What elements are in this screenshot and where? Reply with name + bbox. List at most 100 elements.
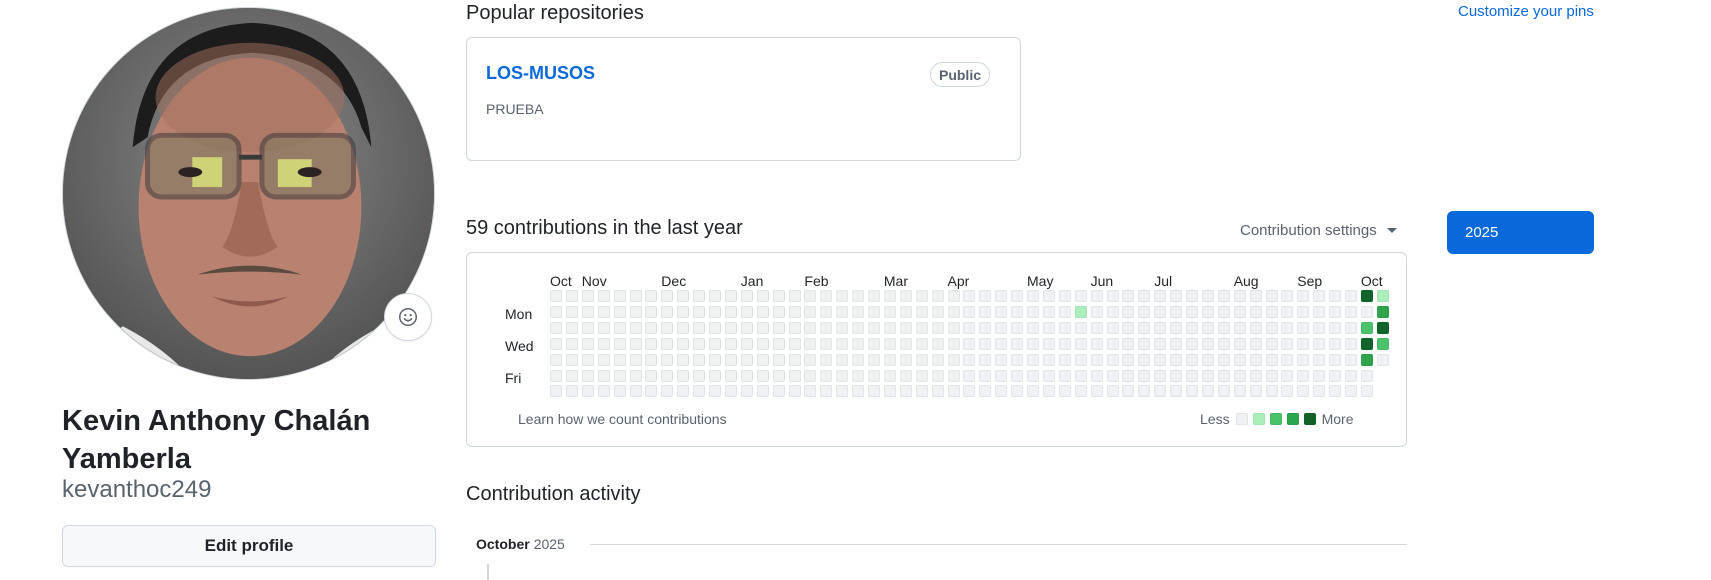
contribution-day-cell[interactable] bbox=[1106, 290, 1119, 302]
contribution-day-cell[interactable] bbox=[1027, 321, 1039, 334]
contribution-day-cell[interactable] bbox=[1297, 321, 1310, 334]
contribution-day-cell[interactable] bbox=[1027, 305, 1039, 318]
contribution-day-cell[interactable] bbox=[1329, 353, 1342, 366]
contribution-day-cell[interactable] bbox=[899, 353, 912, 366]
contribution-day-cell[interactable] bbox=[565, 305, 578, 318]
contribution-day-cell[interactable] bbox=[1154, 353, 1167, 366]
contribution-day-cell[interactable] bbox=[1154, 290, 1167, 302]
contribution-day-cell[interactable] bbox=[1074, 321, 1087, 334]
contribution-day-cell[interactable] bbox=[1265, 337, 1278, 350]
contribution-day-cell[interactable] bbox=[868, 369, 880, 382]
contribution-day-cell[interactable] bbox=[1376, 321, 1389, 334]
contribution-day-cell[interactable] bbox=[788, 321, 801, 334]
contribution-day-cell[interactable] bbox=[1360, 337, 1373, 350]
contribution-day-cell[interactable] bbox=[788, 337, 801, 350]
contribution-day-cell[interactable] bbox=[1297, 290, 1310, 302]
contribution-day-cell[interactable] bbox=[1090, 321, 1103, 334]
contribution-day-cell[interactable] bbox=[1042, 337, 1055, 350]
contribution-day-cell[interactable] bbox=[1313, 305, 1326, 318]
contribution-day-cell[interactable] bbox=[883, 337, 896, 350]
contribution-day-cell[interactable] bbox=[693, 305, 706, 318]
contribution-day-cell[interactable] bbox=[1313, 290, 1326, 302]
contribution-day-cell[interactable] bbox=[1042, 385, 1055, 398]
contribution-day-cell[interactable] bbox=[1106, 385, 1119, 398]
contribution-day-cell[interactable] bbox=[852, 353, 865, 366]
contribution-day-cell[interactable] bbox=[899, 305, 912, 318]
contribution-day-cell[interactable] bbox=[1281, 305, 1294, 318]
contribution-day-cell[interactable] bbox=[1058, 369, 1071, 382]
contribution-day-cell[interactable] bbox=[1058, 353, 1071, 366]
contribution-day-cell[interactable] bbox=[1106, 369, 1119, 382]
contribution-day-cell[interactable] bbox=[1186, 305, 1198, 318]
contribution-day-cell[interactable] bbox=[677, 337, 690, 350]
contribution-day-cell[interactable] bbox=[581, 305, 594, 318]
contribution-day-cell[interactable] bbox=[979, 385, 992, 398]
contribution-day-cell[interactable] bbox=[1154, 337, 1167, 350]
contribution-day-cell[interactable] bbox=[565, 337, 578, 350]
contribution-day-cell[interactable] bbox=[852, 321, 865, 334]
contribution-day-cell[interactable] bbox=[756, 385, 769, 398]
contribution-day-cell[interactable] bbox=[995, 290, 1008, 302]
contribution-day-cell[interactable] bbox=[772, 321, 785, 334]
contribution-day-cell[interactable] bbox=[693, 337, 706, 350]
contribution-day-cell[interactable] bbox=[1106, 305, 1119, 318]
edit-profile-button[interactable]: Edit profile bbox=[62, 525, 436, 567]
contribution-day-cell[interactable] bbox=[1249, 369, 1262, 382]
contribution-day-cell[interactable] bbox=[852, 385, 865, 398]
contribution-day-cell[interactable] bbox=[740, 353, 753, 366]
contribution-day-cell[interactable] bbox=[1329, 385, 1342, 398]
contribution-day-cell[interactable] bbox=[677, 305, 690, 318]
contribution-day-cell[interactable] bbox=[1170, 337, 1183, 350]
contribution-day-cell[interactable] bbox=[756, 305, 769, 318]
contribution-day-cell[interactable] bbox=[931, 337, 944, 350]
contribution-day-cell[interactable] bbox=[1090, 290, 1103, 302]
contribution-day-cell[interactable] bbox=[1281, 321, 1294, 334]
contribution-day-cell[interactable] bbox=[597, 305, 610, 318]
contribution-day-cell[interactable] bbox=[1313, 337, 1326, 350]
contribution-day-cell[interactable] bbox=[788, 385, 801, 398]
contribution-day-cell[interactable] bbox=[1138, 290, 1151, 302]
contribution-day-cell[interactable] bbox=[740, 321, 753, 334]
contribution-day-cell[interactable] bbox=[931, 290, 944, 302]
contribution-day-cell[interactable] bbox=[788, 369, 801, 382]
contribution-day-cell[interactable] bbox=[724, 305, 737, 318]
contribution-day-cell[interactable] bbox=[597, 369, 610, 382]
contribution-day-cell[interactable] bbox=[979, 353, 992, 366]
contribution-day-cell[interactable] bbox=[1090, 305, 1103, 318]
contribution-day-cell[interactable] bbox=[709, 369, 721, 382]
contribution-day-cell[interactable] bbox=[661, 353, 674, 366]
contribution-day-cell[interactable] bbox=[565, 290, 578, 302]
contribution-day-cell[interactable] bbox=[788, 305, 801, 318]
contribution-day-cell[interactable] bbox=[1106, 353, 1119, 366]
contribution-day-cell[interactable] bbox=[1313, 369, 1326, 382]
contribution-day-cell[interactable] bbox=[1376, 290, 1389, 302]
contribution-day-cell[interactable] bbox=[1313, 385, 1326, 398]
contribution-day-cell[interactable] bbox=[915, 337, 928, 350]
contribution-day-cell[interactable] bbox=[565, 385, 578, 398]
contribution-day-cell[interactable] bbox=[724, 290, 737, 302]
contribution-day-cell[interactable] bbox=[1249, 337, 1262, 350]
contribution-day-cell[interactable] bbox=[1329, 305, 1342, 318]
contribution-day-cell[interactable] bbox=[550, 337, 562, 350]
contribution-day-cell[interactable] bbox=[613, 369, 626, 382]
contribution-day-cell[interactable] bbox=[1106, 321, 1119, 334]
contribution-day-cell[interactable] bbox=[1233, 321, 1246, 334]
contribution-day-cell[interactable] bbox=[550, 290, 562, 302]
contribution-day-cell[interactable] bbox=[868, 337, 880, 350]
contribution-day-cell[interactable] bbox=[931, 353, 944, 366]
contribution-day-cell[interactable] bbox=[1074, 290, 1087, 302]
contribution-day-cell[interactable] bbox=[931, 305, 944, 318]
contribution-day-cell[interactable] bbox=[1297, 385, 1310, 398]
contribution-day-cell[interactable] bbox=[1170, 290, 1183, 302]
contribution-day-cell[interactable] bbox=[693, 353, 706, 366]
year-2025-button[interactable]: 2025 bbox=[1447, 211, 1594, 254]
contribution-day-cell[interactable] bbox=[1122, 290, 1135, 302]
contribution-day-cell[interactable] bbox=[1074, 305, 1087, 318]
contribution-day-cell[interactable] bbox=[597, 321, 610, 334]
contribution-day-cell[interactable] bbox=[1011, 321, 1024, 334]
contribution-day-cell[interactable] bbox=[1233, 305, 1246, 318]
contribution-day-cell[interactable] bbox=[1265, 305, 1278, 318]
contribution-day-cell[interactable] bbox=[1376, 353, 1389, 366]
contribution-day-cell[interactable] bbox=[709, 337, 721, 350]
contribution-day-cell[interactable] bbox=[724, 385, 737, 398]
